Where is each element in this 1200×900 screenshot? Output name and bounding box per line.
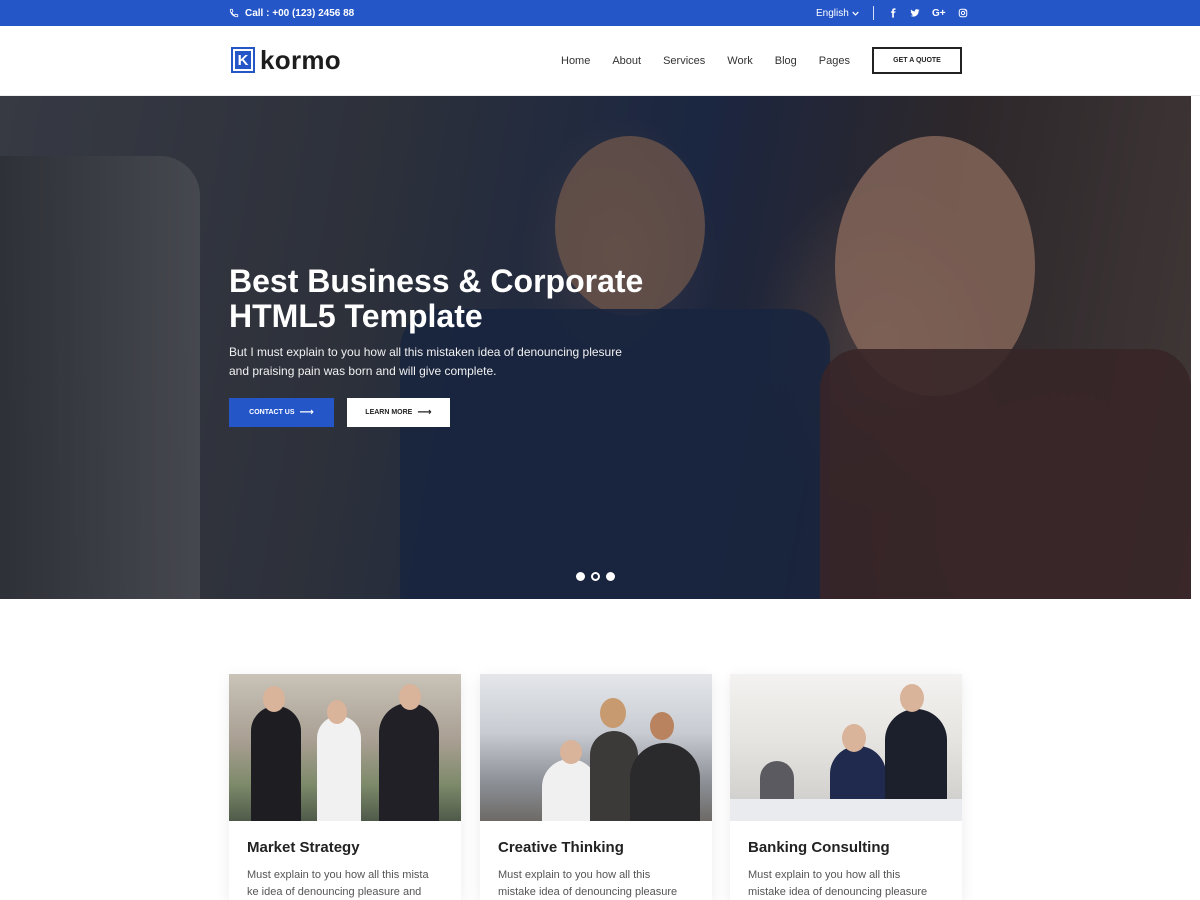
service-card-creative-thinking[interactable]: Creative Thinking Must explain to you ho… bbox=[480, 674, 712, 900]
language-selector[interactable]: English bbox=[816, 0, 859, 26]
slider-dot-3[interactable] bbox=[606, 572, 615, 581]
card-text-line-2: ke idea of denouncing pleasure and bbox=[247, 886, 422, 898]
image-person-head bbox=[560, 740, 582, 764]
arrow-right-icon: ⟶ bbox=[299, 406, 314, 418]
phone-contact[interactable]: Call : +00 (123) 2456 88 bbox=[229, 0, 354, 26]
logo-mark: K bbox=[231, 47, 255, 73]
card-text-line-1: Must explain to you how all this bbox=[498, 869, 651, 881]
nav-blog[interactable]: Blog bbox=[775, 55, 797, 67]
card-text: Must explain to you how all this mistake… bbox=[748, 867, 944, 900]
slider-dots bbox=[576, 572, 615, 581]
service-card-market-strategy[interactable]: Market Strategy Must explain to you how … bbox=[229, 674, 461, 900]
card-text-line-1: Must explain to you how all this mista bbox=[247, 869, 429, 881]
image-person-head bbox=[900, 684, 924, 712]
phone-icon bbox=[229, 8, 239, 18]
nav-home[interactable]: Home bbox=[561, 55, 590, 67]
image-person bbox=[379, 703, 439, 821]
hero-description: But I must explain to you how all this m… bbox=[229, 343, 649, 381]
hero-title-line-2: HTML5 Template bbox=[229, 298, 483, 334]
phone-text: Call : +00 (123) 2456 88 bbox=[245, 7, 355, 19]
image-person bbox=[251, 706, 301, 821]
learn-more-button[interactable]: LEARN MORE ⟶ bbox=[347, 398, 450, 427]
instagram-icon[interactable] bbox=[958, 0, 968, 26]
language-label: English bbox=[816, 7, 849, 19]
site-header: K kormo Home About Services Work Blog Pa… bbox=[0, 26, 1200, 96]
card-image bbox=[229, 674, 461, 821]
hero-title-line-1: Best Business & Corporate bbox=[229, 263, 644, 299]
get-a-quote-button[interactable]: GET A QUOTE bbox=[872, 47, 962, 74]
card-image bbox=[730, 674, 962, 821]
main-nav: Home About Services Work Blog Pages bbox=[561, 26, 850, 96]
twitter-icon[interactable] bbox=[910, 0, 920, 26]
nav-services[interactable]: Services bbox=[663, 55, 705, 67]
image-person bbox=[630, 743, 700, 821]
contact-us-button[interactable]: CONTACT US ⟶ bbox=[229, 398, 334, 427]
social-links: G+ bbox=[888, 0, 968, 26]
topbar-divider bbox=[873, 6, 874, 20]
card-title: Creative Thinking bbox=[498, 839, 624, 856]
top-bar: Call : +00 (123) 2456 88 English G+ bbox=[0, 0, 1200, 26]
card-text: Must explain to you how all this mista k… bbox=[247, 867, 443, 900]
slider-dot-1[interactable] bbox=[576, 572, 585, 581]
slider-dot-2[interactable] bbox=[591, 572, 600, 581]
learn-more-label: LEARN MORE bbox=[365, 409, 413, 416]
logo-letter: K bbox=[235, 51, 251, 69]
google-plus-icon[interactable]: G+ bbox=[932, 0, 946, 26]
image-person-head bbox=[650, 712, 674, 740]
facebook-icon[interactable] bbox=[888, 0, 898, 26]
card-text: Must explain to you how all this mistake… bbox=[498, 867, 694, 900]
service-card-banking-consulting[interactable]: Banking Consulting Must explain to you h… bbox=[730, 674, 962, 900]
hero-description-line-1: But I must explain to you how all this m… bbox=[229, 345, 622, 359]
card-title: Market Strategy bbox=[247, 839, 360, 856]
hero-description-line-2: and praising pain was born and will give… bbox=[229, 364, 497, 378]
image-person-head bbox=[327, 700, 347, 724]
card-text-line-2: mistake idea of denouncing pleasure bbox=[748, 886, 928, 898]
contact-us-label: CONTACT US bbox=[249, 409, 295, 416]
image-person-head bbox=[399, 684, 421, 710]
chevron-down-icon bbox=[852, 11, 859, 16]
card-text-line-2: mistake idea of denouncing pleasure bbox=[498, 886, 678, 898]
card-image bbox=[480, 674, 712, 821]
image-person-head bbox=[263, 686, 285, 712]
logo-text: kormo bbox=[260, 45, 341, 75]
arrow-right-icon: ⟶ bbox=[417, 406, 432, 418]
card-text-line-1: Must explain to you how all this bbox=[748, 869, 901, 881]
image-person-head bbox=[842, 724, 866, 752]
logo[interactable]: K kormo bbox=[231, 47, 341, 73]
desk bbox=[730, 799, 962, 821]
image-person bbox=[317, 716, 361, 821]
nav-work[interactable]: Work bbox=[727, 55, 752, 67]
nav-pages[interactable]: Pages bbox=[819, 55, 850, 67]
image-person-head bbox=[600, 698, 626, 728]
hero-slider: Best Business & Corporate HTML5 Template… bbox=[0, 96, 1191, 599]
hero-title: Best Business & Corporate HTML5 Template bbox=[229, 264, 689, 334]
card-title: Banking Consulting bbox=[748, 839, 890, 856]
nav-about[interactable]: About bbox=[612, 55, 641, 67]
